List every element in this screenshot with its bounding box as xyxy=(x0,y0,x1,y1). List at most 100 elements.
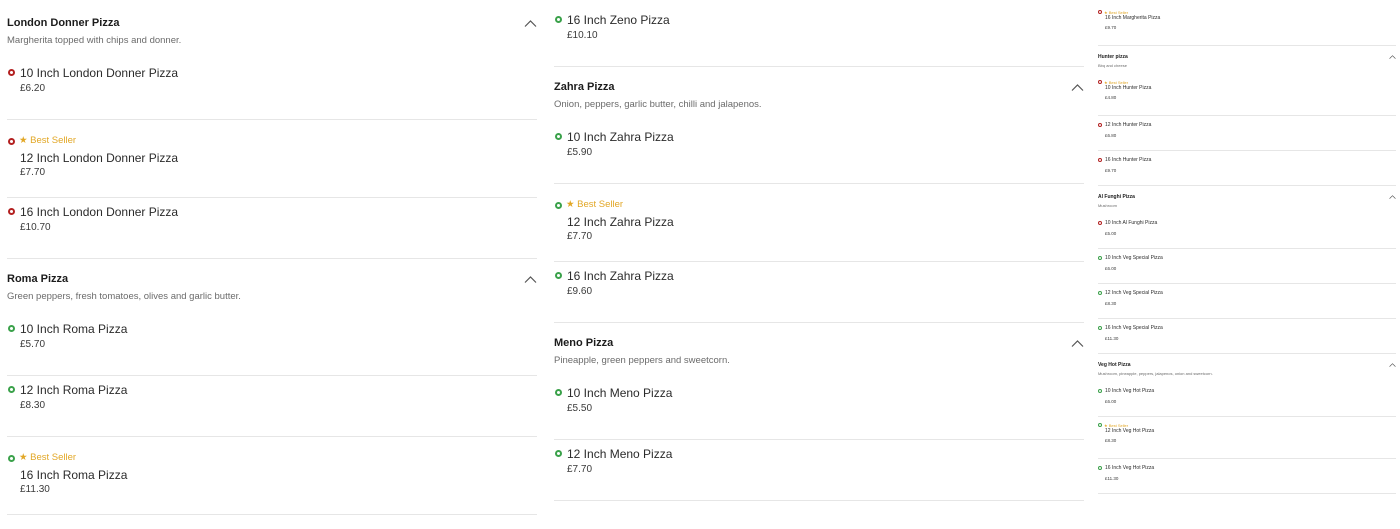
category-description: Bbq and cheese xyxy=(1098,63,1127,68)
veg-indicator-icon xyxy=(555,272,562,279)
menu-item[interactable]: 10 Inch Veg Special Pizza £6.00 xyxy=(1098,249,1396,284)
item-name: 12 Inch Meno Pizza xyxy=(567,447,673,461)
item-name: 12 Inch Zahra Pizza xyxy=(567,215,674,229)
category-title: Veg Hot Pizza xyxy=(1098,362,1131,368)
category-title: Zahra Pizza xyxy=(554,81,615,93)
category-header[interactable]: Al Funghi Pizza Mushroom xyxy=(1098,194,1396,214)
item-name: 16 Inch Hunter Pizza xyxy=(1105,157,1152,163)
item-name: 10 Inch Roma Pizza xyxy=(20,322,128,336)
category-header[interactable]: Roma Pizza Green peppers, fresh tomatoes,… xyxy=(7,273,537,315)
chevron-up-icon[interactable] xyxy=(1389,362,1396,368)
non-veg-indicator-icon xyxy=(8,208,15,215)
menu-column-left: London Donner Pizza Margherita topped wit… xyxy=(7,17,537,529)
category-description: Onion, peppers, garlic butter, chilli an… xyxy=(554,99,762,110)
menu-category: London Donner Pizza Margherita topped wit… xyxy=(7,17,537,273)
item-name: 16 Inch Roma Pizza xyxy=(20,468,128,482)
veg-indicator-icon xyxy=(555,202,562,209)
menu-item[interactable]: 16 Inch Veg Hot Pizza £11.30 xyxy=(1098,459,1396,494)
best-seller-badge: ★ Best Seller xyxy=(19,452,76,463)
item-name: 12 Inch Roma Pizza xyxy=(20,383,128,397)
menu-item[interactable]: 10 Inch Zahra Pizza £5.90 xyxy=(554,123,1084,184)
item-name: 12 Inch Veg Hot Pizza xyxy=(1105,428,1155,434)
menu-item[interactable]: 12 Inch Hunter Pizza £6.80 xyxy=(1098,116,1396,151)
menu-item[interactable]: 12 Inch Roma Pizza £8.30 xyxy=(7,376,537,437)
menu-item[interactable]: 16 Inch London Donner Pizza £10.70 xyxy=(7,198,537,259)
item-price: £5.90 xyxy=(567,147,593,158)
veg-indicator-icon xyxy=(555,450,562,457)
item-name: 16 Inch Veg Special Pizza xyxy=(1105,325,1163,331)
item-price: £10.10 xyxy=(567,30,598,41)
chevron-up-icon[interactable] xyxy=(524,275,537,284)
menu-item[interactable]: ★ Best Seller 12 Inch Veg Hot Pizza £8.30 xyxy=(1098,417,1396,459)
best-seller-badge: ★ Best Seller xyxy=(566,199,623,210)
menu-item[interactable]: 12 Inch Meno Pizza £7.70 xyxy=(554,440,1084,501)
chevron-up-icon[interactable] xyxy=(1389,54,1396,60)
item-name: 16 Inch Veg Hot Pizza xyxy=(1105,465,1155,471)
item-price: £5.70 xyxy=(20,339,46,350)
best-seller-label: Best Seller xyxy=(577,199,624,210)
category-title: London Donner Pizza xyxy=(7,17,120,29)
menu-item[interactable]: 10 Inch Al Funghi Pizza £5.00 xyxy=(1098,214,1396,249)
category-description: Mushroom, pineapple, peppers, jalapenos,… xyxy=(1098,371,1213,376)
menu-item[interactable]: ★ Best Seller 16 Inch Roma Pizza £11.30 xyxy=(7,437,537,515)
chevron-up-icon[interactable] xyxy=(1389,194,1396,200)
item-name: 16 Inch London Donner Pizza xyxy=(20,205,179,219)
item-name: 10 Inch Al Funghi Pizza xyxy=(1105,220,1158,226)
item-name: 10 Inch Veg Hot Pizza xyxy=(1105,388,1155,394)
veg-indicator-icon xyxy=(8,455,15,462)
item-price: £7.70 xyxy=(567,231,593,242)
item-name: 10 Inch London Donner Pizza xyxy=(20,66,179,80)
item-price: £4.80 xyxy=(1105,95,1117,100)
menu-item[interactable]: 16 Inch Zahra Pizza £9.60 xyxy=(554,262,1084,323)
item-name: 10 Inch Zahra Pizza xyxy=(567,130,674,144)
veg-indicator-icon xyxy=(555,389,562,396)
veg-indicator-icon xyxy=(1098,326,1102,330)
menu-item[interactable]: ★ Best Seller 10 Inch Hunter Pizza £4.80 xyxy=(1098,74,1396,116)
menu-category: Roma Pizza Green peppers, fresh tomatoes,… xyxy=(7,273,537,529)
menu-item[interactable]: 16 Inch Veg Special Pizza £11.30 xyxy=(1098,319,1396,354)
item-price: £5.00 xyxy=(1105,231,1117,236)
category-description: Mushroom xyxy=(1098,203,1117,208)
veg-indicator-icon xyxy=(1098,423,1102,427)
category-header[interactable]: Hunter pizza Bbq and cheese xyxy=(1098,54,1396,74)
menu-item[interactable]: 12 Inch Veg Special Pizza £8.30 xyxy=(1098,284,1396,319)
item-price: £8.30 xyxy=(1105,438,1117,443)
menu-item[interactable]: 10 Inch Roma Pizza £5.70 xyxy=(7,315,537,376)
menu-item[interactable]: 16 Inch Zeno Pizza £10.10 xyxy=(554,6,1084,67)
best-seller-label: Best Seller xyxy=(30,135,77,146)
item-name: 16 Inch Zahra Pizza xyxy=(567,269,674,283)
star-icon: ★ xyxy=(19,135,31,146)
menu-item[interactable]: ★ Best Seller 16 Inch Margherita Pizza £9.… xyxy=(1098,4,1396,46)
menu-category: Zahra Pizza Onion, peppers, garlic butter… xyxy=(554,81,1084,337)
menu-item[interactable]: ★ Best Seller 12 Inch Zahra Pizza £7.70 xyxy=(554,184,1084,262)
category-header[interactable]: London Donner Pizza Margherita topped wit… xyxy=(7,17,537,59)
menu-item[interactable]: 10 Inch Veg Hot Pizza £6.00 xyxy=(1098,382,1396,417)
star-icon: ★ xyxy=(19,452,31,463)
chevron-up-icon[interactable] xyxy=(1071,83,1084,92)
menu-item[interactable]: 16 Inch Hunter Pizza £9.70 xyxy=(1098,151,1396,186)
category-header[interactable]: Zahra Pizza Onion, peppers, garlic butter… xyxy=(554,81,1084,123)
menu-item[interactable]: 10 Inch Meno Pizza £5.50 xyxy=(554,379,1084,440)
veg-indicator-icon xyxy=(8,325,15,332)
item-price: £7.70 xyxy=(20,167,46,178)
non-veg-indicator-icon xyxy=(1098,10,1102,14)
category-header[interactable]: Veg Hot Pizza Mushroom, pineapple, pepper… xyxy=(1098,362,1396,382)
item-price: £11.30 xyxy=(1105,476,1119,481)
menu-item[interactable]: ★ Best Seller 12 Inch London Donner Pizza… xyxy=(7,120,537,198)
item-name: 10 Inch Veg Special Pizza xyxy=(1105,255,1163,261)
best-seller-label: Best Seller xyxy=(30,452,77,463)
non-veg-indicator-icon xyxy=(1098,123,1102,127)
menu-category: Meno Pizza Pineapple, green peppers and s… xyxy=(554,337,1084,515)
chevron-up-icon[interactable] xyxy=(1071,339,1084,348)
menu-category: ★ Best Seller 16 Inch Margherita Pizza £9.… xyxy=(1098,4,1396,54)
star-icon: ★ xyxy=(566,199,578,210)
category-title: Al Funghi Pizza xyxy=(1098,194,1135,200)
item-name: 10 Inch Meno Pizza xyxy=(567,386,673,400)
menu-item[interactable]: 10 Inch London Donner Pizza £6.20 xyxy=(7,59,537,120)
veg-indicator-icon xyxy=(1098,256,1102,260)
item-price: £8.30 xyxy=(20,400,46,411)
item-price: £6.00 xyxy=(1105,266,1117,271)
chevron-up-icon[interactable] xyxy=(524,19,537,28)
category-header[interactable]: Meno Pizza Pineapple, green peppers and s… xyxy=(554,337,1084,379)
non-veg-indicator-icon xyxy=(8,69,15,76)
